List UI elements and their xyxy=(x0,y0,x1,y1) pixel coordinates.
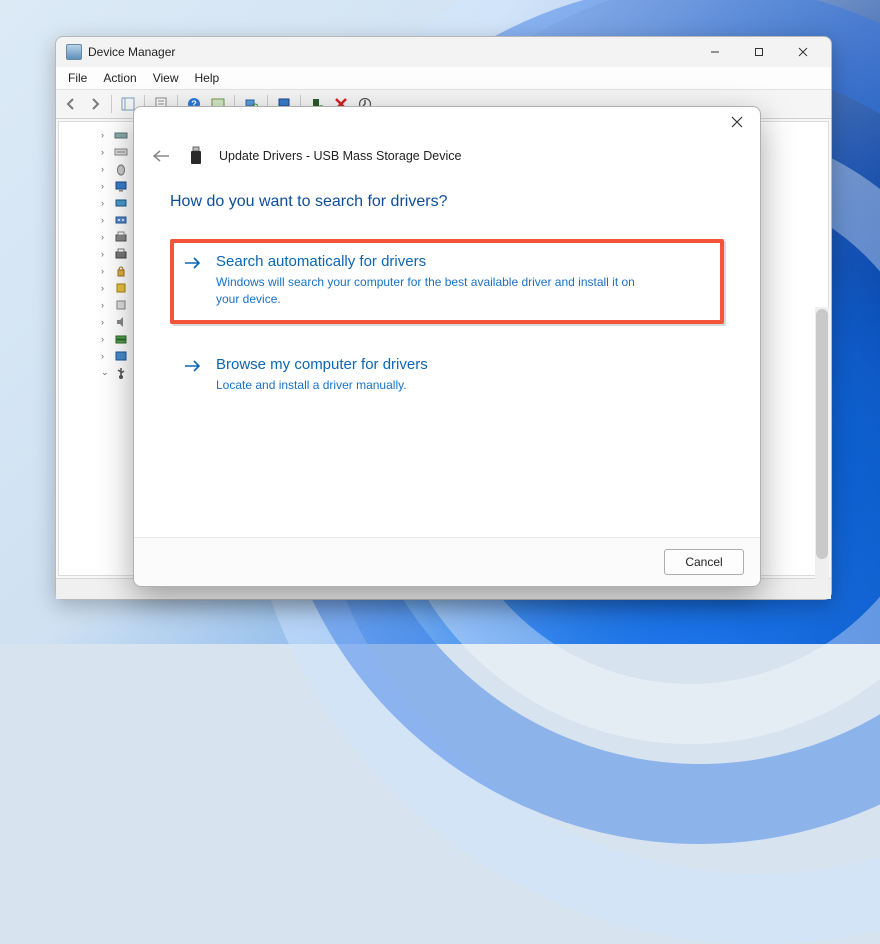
security-icon xyxy=(113,264,129,278)
menu-action[interactable]: Action xyxy=(95,69,144,87)
expand-arrow-icon[interactable]: › xyxy=(101,198,111,208)
dialog-close-button[interactable] xyxy=(722,109,752,135)
expand-arrow-icon[interactable]: › xyxy=(101,147,111,157)
expand-arrow-icon[interactable]: › xyxy=(101,249,111,259)
option-description: Locate and install a driver manually. xyxy=(216,377,636,394)
expand-arrow-icon[interactable]: › xyxy=(101,317,111,327)
usb-device-icon xyxy=(187,145,205,167)
titlebar[interactable]: Device Manager xyxy=(56,37,831,67)
expand-arrow-icon[interactable]: › xyxy=(101,232,111,242)
port-icon xyxy=(113,213,129,227)
dialog-back-button[interactable] xyxy=(149,144,173,168)
dialog-title: Update Drivers - USB Mass Storage Device xyxy=(219,149,461,163)
device-manager-icon xyxy=(66,44,82,60)
option-title: Browse my computer for drivers xyxy=(216,356,710,373)
expand-arrow-icon[interactable]: › xyxy=(101,181,111,191)
arrow-right-icon xyxy=(184,356,204,394)
network-icon xyxy=(113,196,129,210)
menubar: File Action View Help xyxy=(56,67,831,90)
expand-arrow-icon[interactable]: › xyxy=(101,130,111,140)
usb-icon xyxy=(113,366,129,380)
monitor-icon xyxy=(113,179,129,193)
expand-arrow-icon[interactable]: › xyxy=(101,300,111,310)
minimize-button[interactable] xyxy=(693,38,737,66)
storage-icon xyxy=(113,332,129,346)
menu-help[interactable]: Help xyxy=(187,69,228,87)
option-description: Windows will search your computer for th… xyxy=(216,274,636,308)
scrollbar-thumb[interactable] xyxy=(816,309,828,559)
option-search-automatically[interactable]: Search automatically for drivers Windows… xyxy=(170,239,724,324)
back-arrow-icon[interactable] xyxy=(60,93,82,115)
expand-arrow-icon[interactable]: › xyxy=(101,215,111,225)
keyboard-icon xyxy=(113,145,129,159)
expand-arrow-icon[interactable]: ⌄ xyxy=(101,367,111,378)
expand-arrow-icon[interactable]: › xyxy=(101,351,111,361)
printer-icon xyxy=(113,247,129,261)
forward-arrow-icon[interactable] xyxy=(84,93,106,115)
software-icon xyxy=(113,298,129,312)
dialog-question: How do you want to search for drivers? xyxy=(170,193,724,211)
arrow-right-icon xyxy=(184,253,204,308)
maximize-button[interactable] xyxy=(737,38,781,66)
window-title: Device Manager xyxy=(88,45,175,59)
expand-arrow-icon[interactable]: › xyxy=(101,283,111,293)
mouse-icon xyxy=(113,162,129,176)
menu-file[interactable]: File xyxy=(60,69,95,87)
sound-icon xyxy=(113,315,129,329)
update-drivers-dialog: Update Drivers - USB Mass Storage Device… xyxy=(133,106,761,587)
expand-arrow-icon[interactable]: › xyxy=(101,164,111,174)
close-button[interactable] xyxy=(781,38,825,66)
expand-arrow-icon[interactable]: › xyxy=(101,334,111,344)
printqueue-icon xyxy=(113,230,129,244)
sensor-icon xyxy=(113,281,129,295)
expand-arrow-icon[interactable]: › xyxy=(101,266,111,276)
option-browse-computer[interactable]: Browse my computer for drivers Locate an… xyxy=(170,342,724,410)
menu-view[interactable]: View xyxy=(145,69,187,87)
system-icon xyxy=(113,349,129,363)
cancel-button[interactable]: Cancel xyxy=(664,549,744,575)
ide-icon xyxy=(113,128,129,142)
option-title: Search automatically for drivers xyxy=(216,253,710,270)
